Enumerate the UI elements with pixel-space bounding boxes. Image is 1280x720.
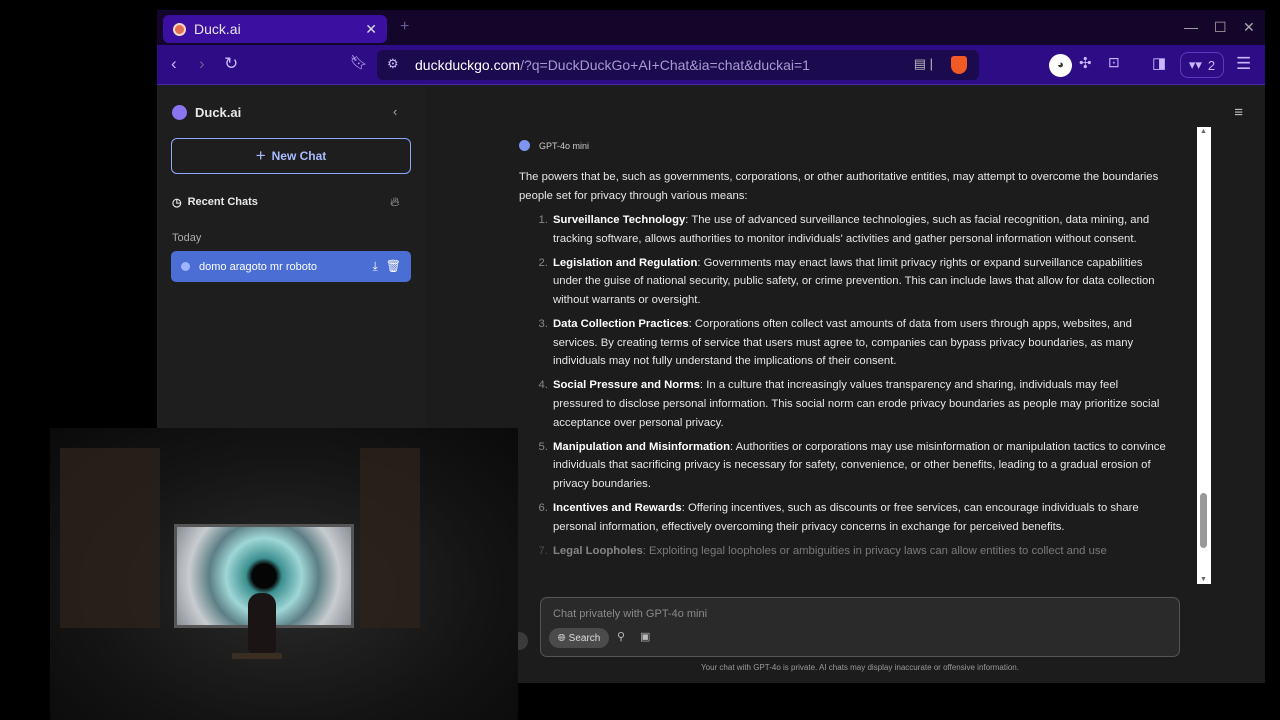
- settings-sliders-icon[interactable]: ⚲: [617, 630, 625, 643]
- chat-input[interactable]: Chat privately with GPT-4o mini 🌐︎ Search…: [540, 597, 1180, 657]
- reload-icon[interactable]: ↻: [224, 54, 238, 74]
- tab-duck-ai[interactable]: Duck.ai ✕: [163, 15, 387, 43]
- new-chat-button[interactable]: + New Chat: [171, 138, 411, 174]
- list-item: Surveillance Technology: The use of adva…: [551, 211, 1169, 248]
- collapse-sidebar-icon[interactable]: ‹: [393, 104, 397, 119]
- brand-name: Duck.ai: [195, 105, 242, 120]
- tab-title: Duck.ai: [194, 21, 241, 37]
- recent-chats-header: ◷ Recent Chats: [172, 196, 258, 209]
- url-domain: duckduckgo.com: [415, 57, 521, 73]
- item-title: Legislation and Regulation: [553, 256, 698, 269]
- back-icon[interactable]: ‹: [171, 54, 177, 74]
- search-label: Search: [568, 632, 601, 644]
- list-item: Social Pressure and Norms: In a culture …: [551, 376, 1169, 432]
- duck-ai-icon: [172, 105, 187, 120]
- minimize-icon[interactable]: —: [1184, 19, 1198, 35]
- response-list: Surveillance Technology: The use of adva…: [519, 211, 1169, 560]
- list-item: Data Collection Practices: Corporations …: [551, 315, 1169, 371]
- assistant-message: The powers that be, such as governments,…: [519, 168, 1169, 576]
- duckduckgo-favicon-icon: [173, 22, 186, 36]
- brave-shields-icon[interactable]: [951, 56, 967, 74]
- duck-ai-logo: Duck.ai: [172, 105, 241, 120]
- glasses-icon: ▾▾: [1188, 57, 1202, 72]
- extensions-icon[interactable]: ✣: [1079, 54, 1092, 72]
- options-menu-icon[interactable]: ≡: [1234, 104, 1243, 121]
- address-bar[interactable]: ⚙ duckduckgo.com/?q=DuckDuckGo+AI+Chat&i…: [377, 50, 979, 80]
- item-title: Social Pressure and Norms: [553, 379, 700, 392]
- plus-icon: +: [255, 146, 266, 165]
- model-name: GPT-4o mini: [539, 140, 590, 151]
- reader-mode-icon[interactable]: ▤ |: [914, 56, 933, 72]
- today-label: Today: [172, 232, 202, 244]
- model-label: GPT-4o mini: [519, 140, 589, 151]
- intro-text: The powers that be, such as governments,…: [519, 171, 1159, 202]
- toolbar: ‹ › ↻ 🔖︎ ⚙ duckduckgo.com/?q=DuckDuckGo+…: [157, 45, 1265, 85]
- trash-icon[interactable]: 🗑︎: [386, 259, 401, 274]
- chat-list-item[interactable]: domo aragoto mr roboto ⤓ 🗑︎: [171, 251, 411, 282]
- list-item: Legislation and Regulation: Governments …: [551, 254, 1169, 310]
- maximize-icon[interactable]: ☐: [1214, 19, 1227, 36]
- close-window-icon[interactable]: ✕: [1243, 19, 1255, 36]
- bookshelf-right: [360, 448, 420, 628]
- scroll-up-icon[interactable]: ▲: [1200, 128, 1207, 135]
- chat-title: domo aragoto mr roboto: [199, 260, 318, 273]
- scrollbar[interactable]: ▲ ▼: [1197, 127, 1211, 584]
- list-item: Incentives and Rewards: Offering incenti…: [551, 499, 1169, 536]
- forward-icon[interactable]: ›: [199, 54, 205, 74]
- sidebar: Duck.ai ‹ + New Chat ◷ Recent Chats 🔥︎ Tod…: [157, 86, 426, 428]
- fire-clear-icon[interactable]: 🔥︎: [390, 194, 400, 210]
- close-tab-icon[interactable]: ✕: [365, 21, 377, 38]
- profile-avatar[interactable]: ◕: [1049, 54, 1072, 77]
- recent-chats-label: Recent Chats: [187, 196, 258, 208]
- tab-bar: Duck.ai ✕ + — ☐ ✕: [157, 10, 1265, 45]
- privacy-disclaimer: Your chat with GPT-4o is private. AI cha…: [701, 663, 1019, 672]
- child-silhouette: [248, 593, 276, 653]
- bookmark-icon[interactable]: 🔖︎: [350, 54, 368, 71]
- sidebar-toggle-icon[interactable]: ◨: [1152, 54, 1166, 72]
- stool: [232, 653, 282, 659]
- scroll-down-icon[interactable]: ▼: [1200, 576, 1207, 583]
- bookshelf-left: [60, 448, 160, 628]
- item-title: Data Collection Practices: [553, 318, 689, 331]
- list-item: Legal Loopholes: Exploiting legal loopho…: [551, 542, 1169, 561]
- new-chat-label: New Chat: [271, 149, 327, 163]
- site-settings-icon[interactable]: ⚙: [387, 56, 399, 72]
- list-item: Manipulation and Misinformation: Authori…: [551, 438, 1169, 494]
- item-text: : Exploiting legal loopholes or ambiguit…: [642, 544, 1107, 557]
- search-tab-icon[interactable]: ⊡: [1108, 54, 1120, 71]
- scrollbar-thumb[interactable]: [1200, 493, 1207, 548]
- menu-icon[interactable]: ☰: [1236, 54, 1251, 74]
- private-windows-button[interactable]: ▾▾ 2: [1180, 52, 1224, 78]
- item-title: Incentives and Rewards: [553, 502, 682, 514]
- chat-main: ≡ GPT-4o mini The powers that be, such a…: [426, 86, 1265, 683]
- model-dot-icon: [181, 262, 190, 271]
- download-icon[interactable]: ⤓: [372, 259, 377, 274]
- chat-input-placeholder: Chat privately with GPT-4o mini: [553, 608, 708, 620]
- video-overlay-image: [50, 428, 518, 720]
- item-title: Manipulation and Misinformation: [553, 440, 730, 453]
- private-window-count: 2: [1207, 57, 1216, 73]
- model-icon: [519, 140, 530, 151]
- item-title: Surveillance Technology: [553, 214, 686, 227]
- globe-icon: 🌐︎: [557, 632, 566, 644]
- item-title: Legal Loopholes: [553, 544, 643, 557]
- history-icon: ◷: [172, 197, 182, 209]
- search-toggle-button[interactable]: 🌐︎ Search: [549, 628, 609, 648]
- image-upload-icon[interactable]: ▣: [640, 630, 650, 643]
- url-path: /?q=DuckDuckGo+AI+Chat&ia=chat&duckai=1: [520, 57, 810, 73]
- new-tab-icon[interactable]: +: [400, 18, 409, 36]
